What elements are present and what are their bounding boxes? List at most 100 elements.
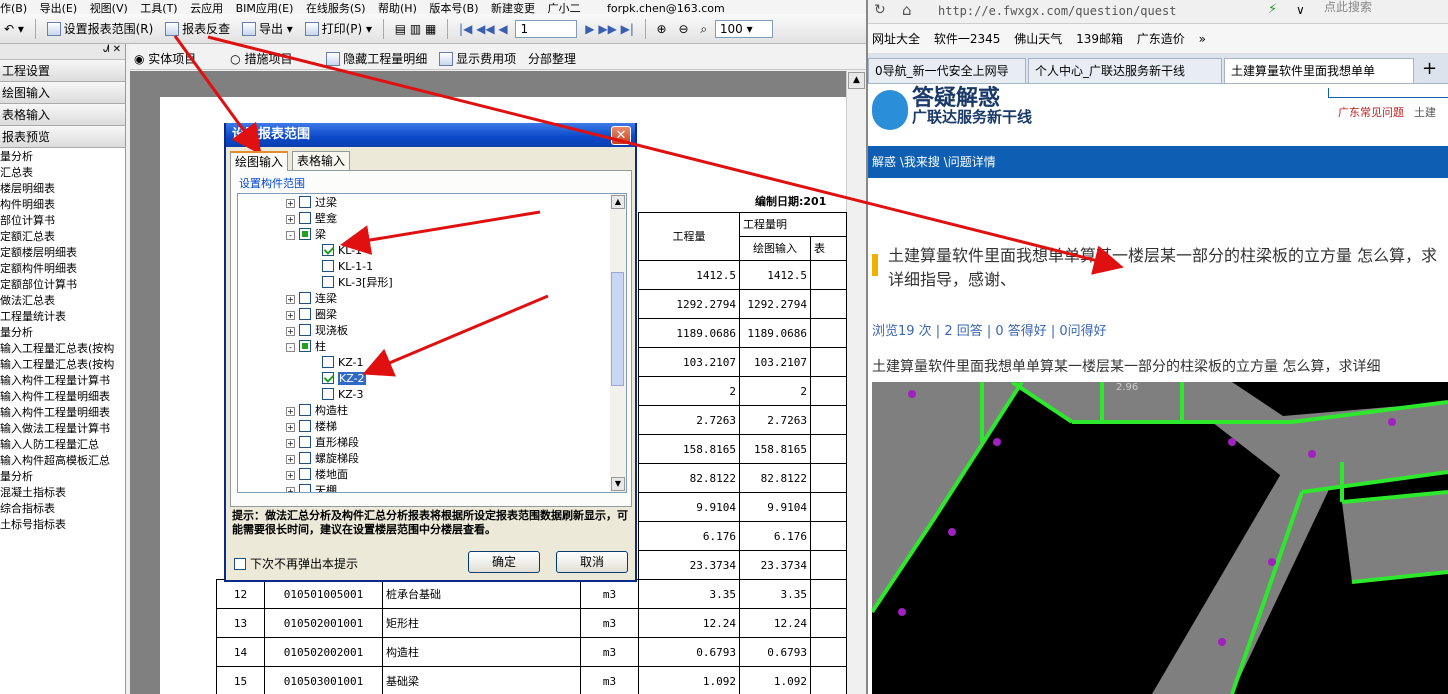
tree-node[interactable]: -梁 bbox=[286, 227, 326, 243]
sidebar-section[interactable]: 绘图输入 bbox=[0, 82, 125, 104]
tree-node[interactable]: + 构造柱 bbox=[286, 403, 348, 419]
bookmark-item[interactable]: 广东造价 bbox=[1137, 32, 1185, 46]
tree-checkbox[interactable] bbox=[299, 292, 311, 304]
report-list-item[interactable]: 汇总表 bbox=[0, 165, 125, 181]
tree-checkbox[interactable] bbox=[299, 196, 311, 208]
refresh-icon[interactable]: ↻ bbox=[874, 2, 886, 18]
tree-node[interactable]: + 现浇板 bbox=[286, 323, 348, 339]
menu-item[interactable]: 视图(V) bbox=[90, 2, 128, 14]
report-list-item[interactable]: 输入人防工程量汇总 bbox=[0, 437, 125, 453]
tree-node[interactable]: + 壁龛 bbox=[286, 211, 337, 227]
page-number-input[interactable]: 1 bbox=[515, 20, 578, 38]
report-list-item[interactable]: 输入构件工程量明细表 bbox=[0, 389, 125, 405]
report-list-item[interactable]: 量分析 bbox=[0, 325, 125, 341]
tree-checkbox[interactable] bbox=[299, 340, 311, 352]
report-list-item[interactable]: 构件明细表 bbox=[0, 197, 125, 213]
menu-item[interactable]: 帮助(H) bbox=[378, 2, 417, 14]
tree-checkbox[interactable] bbox=[322, 356, 334, 368]
ok-button[interactable]: 确定 bbox=[468, 551, 540, 573]
first-page-button[interactable]: |◀ ◀◀ ◀ bbox=[455, 18, 512, 40]
tree-checkbox[interactable] bbox=[299, 420, 311, 432]
tree-checkbox[interactable] bbox=[299, 452, 311, 464]
zoom-out-icon[interactable]: ⊖ bbox=[674, 18, 692, 40]
expand-icon[interactable]: + bbox=[286, 407, 295, 416]
report-list-item[interactable]: 工程量统计表 bbox=[0, 309, 125, 325]
preview-scrollbar[interactable]: ▲ bbox=[846, 71, 866, 694]
tree-checkbox[interactable] bbox=[299, 228, 311, 240]
top-link[interactable]: 土建 bbox=[1414, 104, 1436, 120]
expand-icon[interactable]: + bbox=[286, 487, 295, 492]
zoom-select[interactable]: 100 ▾ bbox=[714, 20, 773, 38]
tree-node[interactable]: + 天棚 bbox=[286, 483, 337, 492]
zoom-in-icon[interactable]: ⊕ bbox=[653, 18, 671, 40]
report-list-item[interactable]: 量分析 bbox=[0, 469, 125, 485]
expand-icon[interactable]: + bbox=[286, 199, 295, 208]
scroll-up-icon[interactable]: ▲ bbox=[848, 72, 865, 89]
sidebar-section[interactable]: 工程设置 bbox=[0, 60, 125, 82]
expand-icon[interactable]: + bbox=[286, 471, 295, 480]
tree-node[interactable]: KL-1 bbox=[322, 243, 362, 259]
tree-node[interactable]: + 过梁 bbox=[286, 195, 337, 211]
sidebar-section[interactable]: 表格输入 bbox=[0, 104, 125, 126]
hide-detail-button[interactable]: 隐藏工程量明细 bbox=[322, 48, 431, 69]
tree-scroll-thumb[interactable] bbox=[611, 272, 624, 386]
measure-items-radio[interactable]: ○ 措施项目 bbox=[226, 48, 296, 69]
report-list-item[interactable]: 定额构件明细表 bbox=[0, 261, 125, 277]
browser-tab-active[interactable]: 土建算量软件里面我想单单 bbox=[1224, 58, 1414, 83]
tree-checkbox[interactable] bbox=[299, 468, 311, 480]
report-list-item[interactable]: 部位计算书 bbox=[0, 213, 125, 229]
more-bookmarks-icon[interactable]: » bbox=[1199, 32, 1206, 46]
breadcrumb[interactable]: 解惑 \我来搜 \问题详情 bbox=[872, 155, 996, 169]
tree-node[interactable]: KZ-2 bbox=[322, 371, 366, 387]
sidebar-section-active[interactable]: 报表预览 bbox=[0, 126, 125, 148]
tree-node[interactable]: + 直形梯段 bbox=[286, 435, 359, 451]
tree-node[interactable]: KL-3[异形] bbox=[322, 275, 393, 291]
report-list-item[interactable]: 混凝土指标表 bbox=[0, 485, 125, 501]
show-cost-button[interactable]: 显示费用项 bbox=[435, 48, 520, 69]
menu-item[interactable]: 云应用 bbox=[190, 2, 223, 14]
tree-checkbox[interactable] bbox=[322, 388, 334, 400]
set-report-range-button[interactable]: 设置报表范围(R) bbox=[43, 18, 158, 40]
search-field[interactable]: 点此搜索 bbox=[1324, 0, 1372, 15]
tree-checkbox[interactable] bbox=[299, 436, 311, 448]
expand-icon[interactable]: + bbox=[286, 311, 295, 320]
report-list-item[interactable]: 输入工程量汇总表(按构 bbox=[0, 341, 125, 357]
tree-checkbox[interactable] bbox=[299, 212, 311, 224]
tree-node[interactable]: KL-1-1 bbox=[322, 259, 373, 275]
tree-node[interactable]: KZ-3 bbox=[322, 387, 364, 403]
url-field[interactable]: http://e.fwxgx.com/question/quest bbox=[938, 4, 1176, 18]
tree-checkbox[interactable] bbox=[299, 404, 311, 416]
tree-node[interactable]: + 楼梯 bbox=[286, 419, 337, 435]
bookmark-item[interactable]: 佛山天气 bbox=[1014, 32, 1062, 46]
lightning-icon[interactable]: ⚡ bbox=[1268, 2, 1277, 17]
tree-scroll-down-icon[interactable]: ▼ bbox=[611, 477, 625, 491]
report-list-item[interactable]: 做法汇总表 bbox=[0, 293, 125, 309]
expand-icon[interactable]: + bbox=[286, 215, 295, 224]
browser-tab[interactable]: 个人中心_广联达服务新干线 bbox=[1028, 58, 1222, 83]
collapse-icon[interactable]: - bbox=[286, 231, 295, 240]
bookmark-item[interactable]: 软件一2345 bbox=[934, 32, 1001, 46]
tree-checkbox[interactable] bbox=[299, 308, 311, 320]
menu-item[interactable]: 在线服务(S) bbox=[306, 2, 366, 14]
report-list-item[interactable]: 量分析 bbox=[0, 149, 125, 165]
tree-checkbox[interactable] bbox=[322, 244, 334, 256]
collapse-icon[interactable]: - bbox=[286, 343, 295, 352]
new-tab-icon[interactable]: + bbox=[1422, 58, 1437, 79]
report-list-item[interactable]: 综合指标表 bbox=[0, 501, 125, 517]
tree-checkbox[interactable] bbox=[299, 484, 311, 492]
expand-icon[interactable]: + bbox=[286, 423, 295, 432]
next-page-button[interactable]: ▶ ▶▶ ▶| bbox=[581, 18, 638, 40]
tree-checkbox[interactable] bbox=[322, 260, 334, 272]
report-list-item[interactable]: 定额楼层明细表 bbox=[0, 245, 125, 261]
expand-icon[interactable]: + bbox=[286, 295, 295, 304]
tree-checkbox[interactable] bbox=[299, 324, 311, 336]
bookmark-item[interactable]: 139邮箱 bbox=[1076, 32, 1123, 46]
tree-scrollbar[interactable]: ▲ ▼ bbox=[610, 194, 626, 492]
menu-item[interactable]: 版本号(B) bbox=[429, 2, 478, 14]
tree-checkbox[interactable] bbox=[322, 372, 334, 384]
expand-icon[interactable]: + bbox=[286, 439, 295, 448]
tree-scroll-up-icon[interactable]: ▲ bbox=[611, 195, 625, 209]
report-list-item[interactable]: 输入做法工程量计算书 bbox=[0, 421, 125, 437]
menu-item[interactable]: BIM应用(E) bbox=[236, 2, 294, 14]
cancel-button[interactable]: 取消 bbox=[556, 551, 628, 573]
